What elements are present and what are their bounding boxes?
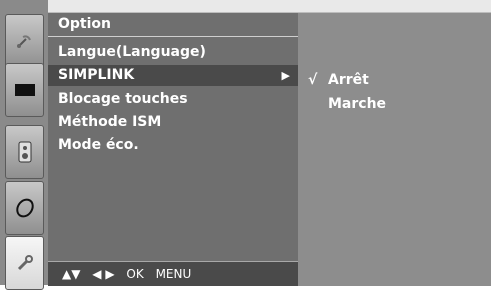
menu-item-label: SIMPLINK — [58, 67, 135, 83]
menu-item-label: Mode éco. — [58, 137, 139, 153]
menu-item-ism-method[interactable]: Méthode ISM — [48, 112, 298, 133]
submenu-option-on[interactable]: Marche — [308, 96, 386, 112]
menu-item-eco-mode[interactable]: Mode éco. — [48, 135, 298, 156]
menu-item-label: Blocage touches — [58, 91, 188, 107]
menu-item-label: Langue(Language) — [58, 44, 206, 60]
rail-tile-picture[interactable] — [5, 63, 44, 117]
submenu-option-label: Arrêt — [328, 72, 369, 88]
submenu-option-off[interactable]: √ Arrêt — [308, 72, 369, 88]
menu-item-label: Méthode ISM — [58, 114, 162, 130]
satellite-dish-icon — [16, 35, 31, 48]
tv-osd-menu: Option Langue(Language) SIMPLINK ▶ Bloca… — [0, 0, 491, 290]
panel-title: Option — [58, 16, 111, 32]
simplink-submenu: √ Arrêt Marche — [298, 12, 491, 286]
checkmark-icon: √ — [308, 72, 318, 88]
menu-hint: MENU — [155, 267, 192, 281]
title-divider — [48, 36, 298, 37]
rail-tile-setup[interactable] — [5, 14, 44, 68]
up-down-arrows-icon: ▲▼ — [62, 267, 81, 281]
submenu-option-label: Marche — [328, 96, 387, 112]
key-icon — [17, 255, 33, 271]
clock-icon — [15, 198, 34, 218]
speaker-icon — [18, 141, 31, 163]
menu-item-simplink[interactable]: SIMPLINK ▶ — [48, 65, 298, 86]
ok-hint: OK — [126, 267, 144, 281]
menu-item-language[interactable]: Langue(Language) — [48, 42, 298, 63]
category-rail — [0, 0, 48, 290]
rail-tile-option[interactable] — [5, 236, 44, 290]
screen-icon — [14, 84, 35, 96]
option-menu-panel: Option Langue(Language) SIMPLINK ▶ Bloca… — [48, 12, 298, 286]
menu-item-key-lock[interactable]: Blocage touches — [48, 89, 298, 110]
left-right-arrows-icon: ◀ ▶ — [92, 267, 115, 281]
rail-tile-audio[interactable] — [5, 125, 44, 179]
submenu-arrow-icon: ▶ — [281, 69, 290, 82]
navigation-help-bar: ▲▼ ◀ ▶ OK MENU — [48, 261, 298, 286]
rail-tile-time[interactable] — [5, 181, 44, 235]
